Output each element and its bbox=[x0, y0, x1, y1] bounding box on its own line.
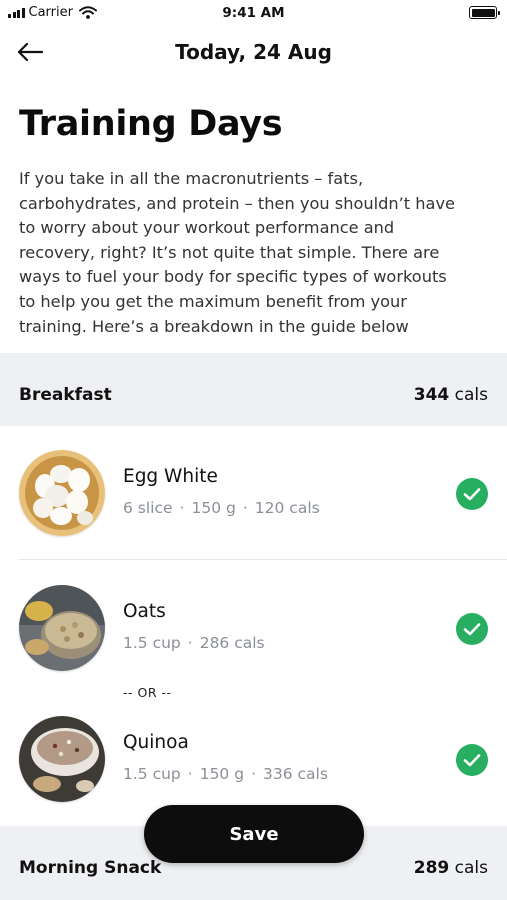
food-weight: 150 g bbox=[199, 765, 245, 783]
food-quantity: 1.5 cup bbox=[123, 634, 181, 652]
save-button[interactable]: Save bbox=[144, 805, 364, 863]
divider bbox=[19, 559, 507, 560]
intro-line: to worry about your workout performance … bbox=[19, 218, 395, 238]
food-meta: 1.5 cup · 150 g · 336 cals bbox=[123, 765, 328, 783]
or-separator: -- OR -- bbox=[123, 685, 172, 700]
status-bar: Carrier 9:41 AM bbox=[0, 0, 507, 26]
food-meta: 1.5 cup · 286 cals bbox=[123, 634, 265, 652]
page-title: Training Days bbox=[19, 104, 283, 144]
food-name: Egg White bbox=[123, 466, 218, 487]
section-title: Breakfast bbox=[19, 385, 112, 405]
food-calories: 336 cals bbox=[263, 765, 328, 783]
quinoa-photo bbox=[19, 716, 105, 802]
food-item-oats[interactable]: Oats 1.5 cup · 286 cals bbox=[0, 585, 507, 675]
section-calories: 289 cals bbox=[414, 858, 488, 878]
nav-bar: Today, 24 Aug bbox=[0, 34, 507, 72]
intro-line: ways to fuel your body for specific type… bbox=[19, 267, 447, 287]
section-title: Morning Snack bbox=[19, 858, 162, 878]
food-quantity: 1.5 cup bbox=[123, 765, 181, 783]
status-time: 9:41 AM bbox=[222, 5, 285, 21]
food-item-quinoa[interactable]: Quinoa 1.5 cup · 150 g · 336 cals bbox=[0, 716, 507, 806]
intro-line: carbohydrates, and protein – then you sh… bbox=[19, 193, 456, 213]
intro-text: If you take in all the macronutrients – … bbox=[19, 167, 494, 339]
food-meta: 6 slice · 150 g · 120 cals bbox=[123, 499, 320, 517]
food-calories: 286 cals bbox=[199, 634, 265, 652]
food-name: Oats bbox=[123, 601, 166, 622]
nav-title: Today, 24 Aug bbox=[175, 40, 332, 64]
check-icon[interactable] bbox=[456, 744, 488, 776]
egg-white-photo bbox=[19, 450, 105, 536]
food-quantity: 6 slice bbox=[123, 499, 173, 517]
food-calories: 120 cals bbox=[254, 499, 320, 517]
section-calories: 344 cals bbox=[414, 385, 488, 405]
intro-line: training. Here’s a breakdown in the guid… bbox=[19, 316, 409, 336]
calories-value: 344 bbox=[413, 385, 450, 405]
breakfast-section-header[interactable]: Breakfast 344 cals bbox=[0, 353, 507, 426]
intro-line: If you take in all the macronutrients – … bbox=[19, 169, 364, 188]
food-item-egg-white[interactable]: Egg White 6 slice · 150 g · 120 cals bbox=[0, 450, 507, 540]
check-icon[interactable] bbox=[456, 478, 488, 510]
food-weight: 150 g bbox=[191, 499, 236, 517]
check-icon[interactable] bbox=[456, 613, 488, 645]
calories-value: 289 bbox=[413, 858, 450, 878]
battery-icon bbox=[469, 6, 500, 19]
food-name: Quinoa bbox=[123, 732, 189, 753]
calories-unit: cals bbox=[454, 858, 488, 878]
oats-photo bbox=[19, 585, 105, 671]
intro-line: recovery, right? It’s not quite that sim… bbox=[19, 242, 440, 262]
intro-line: to help you get the maximum benefit from… bbox=[19, 291, 407, 311]
calories-unit: cals bbox=[454, 385, 488, 405]
